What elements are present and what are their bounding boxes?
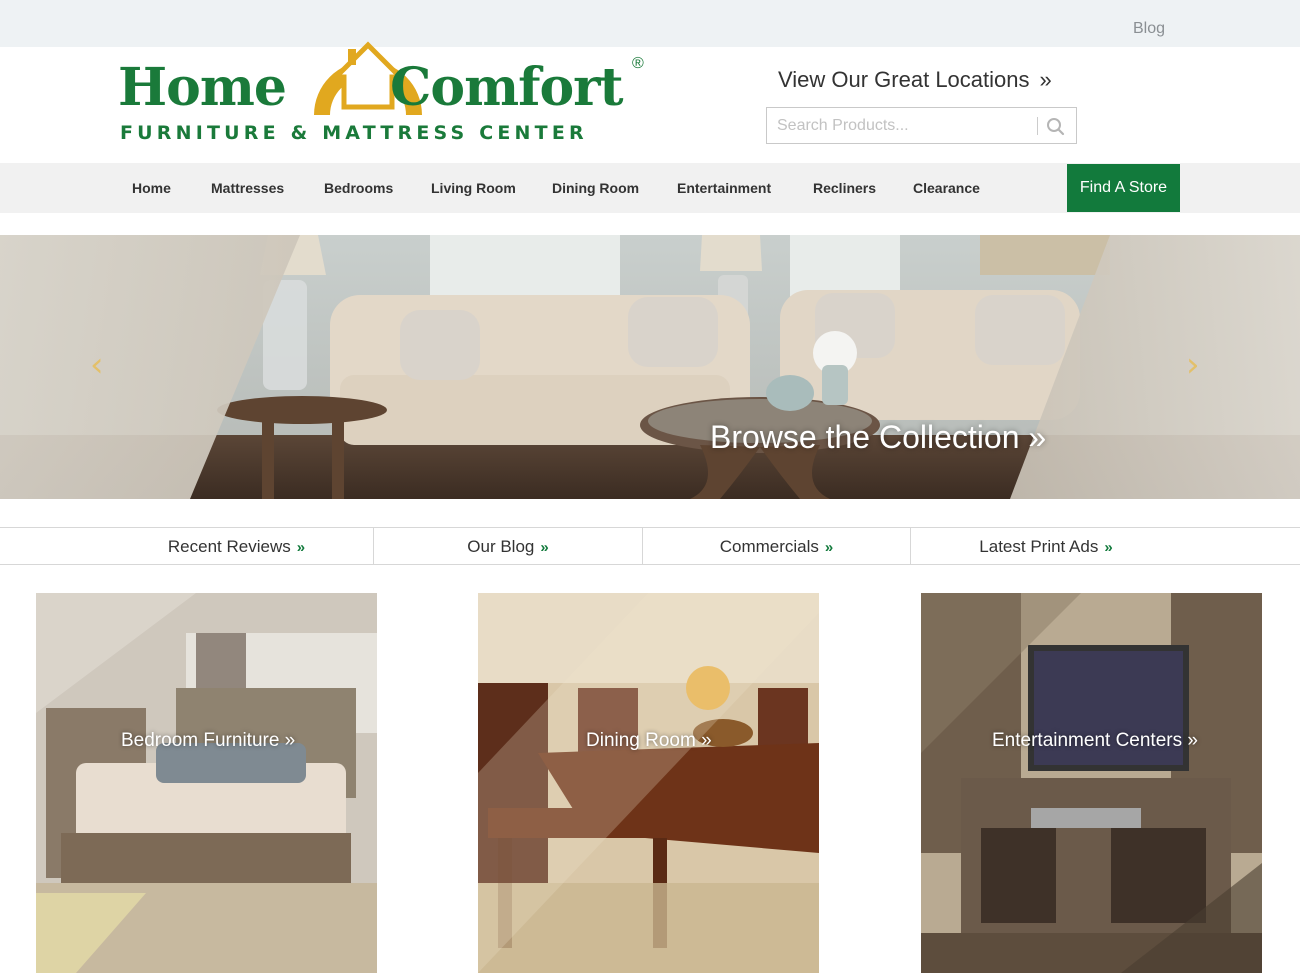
nav-item-entertainment[interactable]: Entertainment	[677, 180, 771, 196]
quick-links-bar: Recent Reviews » Our Blog » Commercials » L…	[0, 527, 1300, 565]
tile-label: Entertainment Centers »	[992, 730, 1198, 751]
tile-bedroom-furniture[interactable]: Bedroom Furniture »	[36, 593, 377, 973]
nav-item-mattresses[interactable]: Mattresses	[211, 180, 284, 196]
slider-next-arrow[interactable]: ›	[1186, 345, 1200, 385]
nav-item-dining-room[interactable]: Dining Room	[552, 180, 639, 196]
logo-tagline: FURNITURE & MATTRESS CENTER	[120, 122, 588, 144]
tab-label: Our Blog	[467, 537, 535, 556]
blog-link[interactable]: Blog	[1133, 20, 1165, 38]
tile-dining-room[interactable]: Dining Room »	[478, 593, 819, 973]
browse-collection-link[interactable]: Browse the Collection »	[710, 419, 1046, 456]
search-icon[interactable]	[1043, 114, 1069, 138]
tile-entertainment-centers[interactable]: Entertainment Centers »	[921, 593, 1262, 973]
double-chevron-right-icon: »	[1104, 539, 1113, 556]
double-chevron-right-icon: »	[540, 539, 549, 556]
nav-item-living-room[interactable]: Living Room	[431, 180, 516, 196]
logo-word-comfort: Comfort	[390, 57, 624, 118]
tab-our-blog[interactable]: Our Blog »	[374, 528, 642, 564]
hero-living-room-image	[0, 235, 1300, 499]
site-header: Home Comfort ® FURNITURE & MATTRESS CENT…	[0, 41, 1300, 163]
tab-latest-print-ads[interactable]: Latest Print Ads »	[911, 528, 1181, 564]
hero-slider: ‹ › Browse the Collection »	[0, 235, 1300, 499]
tab-label: Latest Print Ads	[979, 537, 1099, 556]
nav-item-bedrooms[interactable]: Bedrooms	[324, 180, 393, 196]
registered-mark: ®	[632, 55, 644, 72]
find-a-store-button[interactable]: Find A Store	[1067, 164, 1180, 212]
tile-label: Dining Room »	[586, 730, 712, 751]
tab-label: Recent Reviews	[167, 537, 291, 556]
tab-label: Commercials	[719, 537, 819, 556]
double-chevron-right-icon: »	[1039, 67, 1052, 92]
logo-word-home: Home	[118, 57, 287, 118]
tile-label: Bedroom Furniture »	[121, 730, 296, 751]
search-divider	[1037, 117, 1038, 135]
tab-recent-reviews[interactable]: Recent Reviews »	[0, 528, 373, 564]
search-input[interactable]	[777, 114, 1032, 138]
nav-item-recliners[interactable]: Recliners	[813, 180, 876, 196]
double-chevron-right-icon: »	[824, 539, 834, 556]
dining-room-image	[478, 593, 819, 973]
double-chevron-right-icon: »	[296, 539, 306, 556]
bedroom-image	[36, 593, 377, 973]
view-locations-link[interactable]: View Our Great Locations »	[778, 67, 1052, 93]
tab-commercials[interactable]: Commercials »	[643, 528, 910, 564]
browse-collection-label: Browse the Collection	[710, 419, 1020, 455]
nav-item-home[interactable]: Home	[132, 180, 171, 196]
entertainment-center-image	[921, 593, 1262, 973]
double-chevron-right-icon: »	[1019, 419, 1047, 455]
nav-item-clearance[interactable]: Clearance	[913, 180, 980, 196]
slider-prev-arrow[interactable]: ‹	[90, 345, 104, 385]
search-box	[766, 107, 1077, 144]
home-comfort-logo[interactable]: Home Comfort ® FURNITURE & MATTRESS CENT…	[118, 37, 653, 157]
locations-label: View Our Great Locations	[778, 67, 1030, 92]
